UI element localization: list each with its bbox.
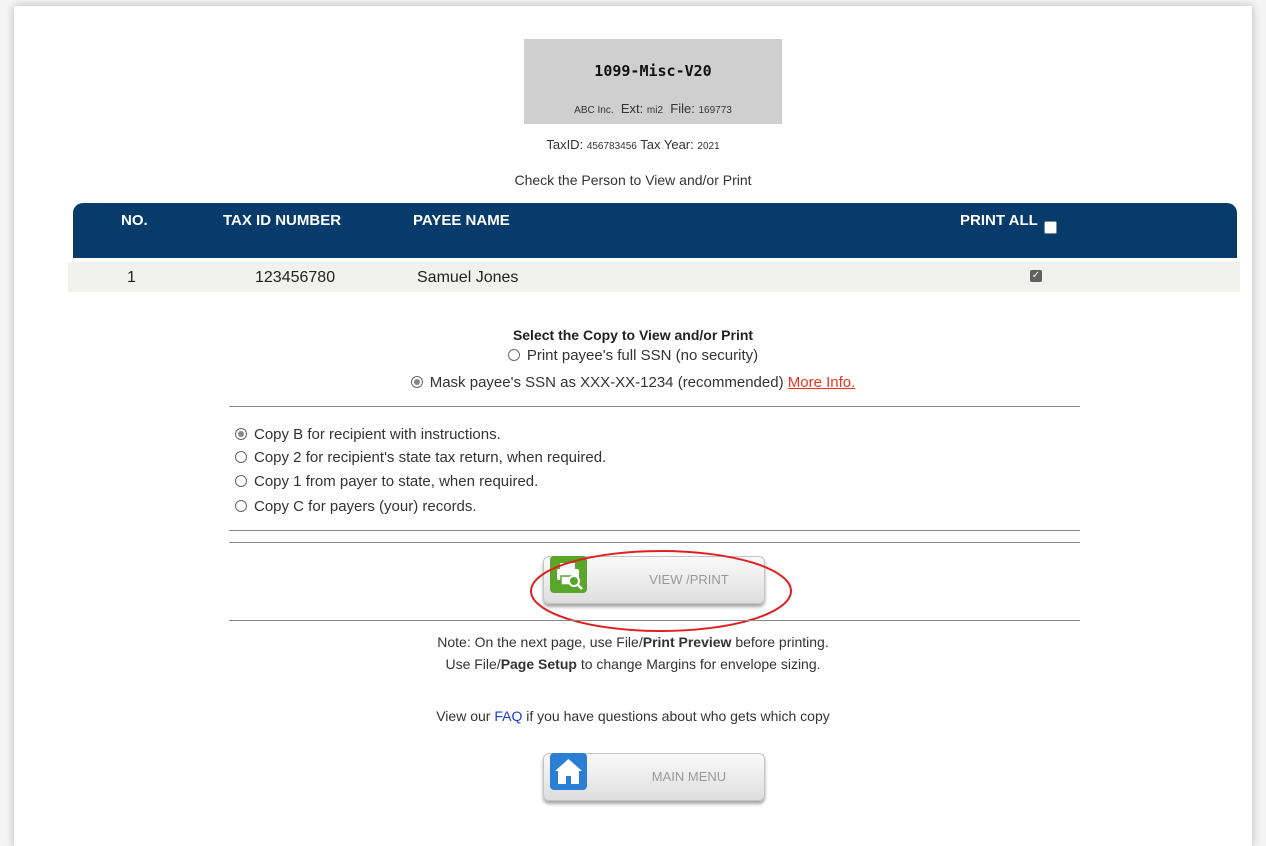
check-prompt: Check the Person to View and/or Print xyxy=(514,172,752,188)
ssn-mask-radio[interactable] xyxy=(410,376,423,388)
print-all-checkbox[interactable] xyxy=(1043,221,1057,234)
copy-b-radio[interactable] xyxy=(235,428,247,440)
copy-b-label: Copy B for recipient with instructions. xyxy=(254,426,501,443)
taxyear-label: Tax Year: xyxy=(640,137,694,152)
form-header-box: 1099-Misc-V20 ABC Inc. Ext: mi2 File: 16… xyxy=(524,39,782,124)
main-menu-button[interactable]: MAIN MENU xyxy=(543,753,765,801)
copy-c-radio[interactable] xyxy=(235,500,247,512)
highlight-ellipse xyxy=(530,550,792,632)
note1-pre: Note: On the next page, use File/ xyxy=(437,634,643,650)
home-icon xyxy=(550,753,587,790)
row-no: 1 xyxy=(127,269,136,286)
copy-1-radio[interactable] xyxy=(235,475,247,487)
faq-link[interactable]: FAQ xyxy=(494,708,522,724)
divider xyxy=(229,620,1080,621)
ssn-mask-label: Mask payee's SSN as XXX-XX-1234 (recomme… xyxy=(429,374,784,391)
note1-bold: Print Preview xyxy=(642,634,732,650)
taxid-label: TaxID: xyxy=(546,137,584,152)
faq-line: View our FAQ if you have questions about… xyxy=(0,708,1266,724)
ext-label: Ext: xyxy=(620,101,644,116)
faq-pre: View our xyxy=(436,708,495,724)
table-row: 1 123456780 Samuel Jones ✓ xyxy=(68,262,1240,292)
copy-2-radio[interactable] xyxy=(235,451,247,463)
copy-1-option[interactable]: Copy 1 from payer to state, when require… xyxy=(235,473,538,490)
ext-value: mi2 xyxy=(646,105,664,116)
note-line-1: Note: On the next page, use File/Print P… xyxy=(0,634,1266,650)
ssn-mask-option[interactable]: Mask payee's SSN as XXX-XX-1234 (recomme… xyxy=(0,374,1266,391)
main-menu-label: MAIN MENU xyxy=(651,769,727,784)
company-line: ABC Inc. Ext: mi2 File: 169773 xyxy=(524,101,782,116)
faq-post: if you have questions about who gets whi… xyxy=(522,708,830,724)
file-label: File: xyxy=(670,101,695,116)
row-tin: 123456780 xyxy=(255,269,336,286)
row-payee-name: Samuel Jones xyxy=(417,269,519,286)
table-header: NO. TAX ID NUMBER PAYEE NAME PRINT ALL xyxy=(73,203,1237,258)
note1-post: before printing. xyxy=(731,634,829,650)
note2-post: to change Margins for envelope sizing. xyxy=(576,656,821,672)
print-all-label: PRINT ALL xyxy=(960,212,1038,229)
form-title: 1099-Misc-V20 xyxy=(594,62,712,80)
more-info-link[interactable]: More Info. xyxy=(788,374,856,391)
print-all-control: PRINT ALL xyxy=(960,212,1057,234)
col-tin: TAX ID NUMBER xyxy=(223,212,342,229)
col-no: NO. xyxy=(121,212,148,229)
ssn-full-option[interactable]: Print payee's full SSN (no security) xyxy=(0,347,1266,364)
taxyear-value: 2021 xyxy=(697,141,720,152)
note2-pre: Use File/ xyxy=(445,656,501,672)
row-print-checkbox[interactable]: ✓ xyxy=(1030,270,1042,282)
ssn-full-radio[interactable] xyxy=(507,349,520,361)
note2-bold: Page Setup xyxy=(500,656,577,672)
taxid-value: 456783456 xyxy=(586,141,637,152)
copy-1-label: Copy 1 from payer to state, when require… xyxy=(254,473,539,490)
tax-info-line: TaxID: 456783456 Tax Year: 2021 xyxy=(0,137,1266,152)
copy-select-title: Select the Copy to View and/or Print xyxy=(512,327,754,343)
file-value: 169773 xyxy=(698,105,732,116)
col-payee-name: PAYEE NAME xyxy=(413,212,510,229)
copy-2-option[interactable]: Copy 2 for recipient's state tax return,… xyxy=(235,449,606,466)
divider xyxy=(229,542,1080,543)
copy-2-label: Copy 2 for recipient's state tax return,… xyxy=(254,449,607,466)
copy-b-option[interactable]: Copy B for recipient with instructions. xyxy=(235,426,501,443)
divider xyxy=(229,406,1080,407)
copy-c-option[interactable]: Copy C for payers (your) records. xyxy=(235,498,477,515)
ssn-full-label: Print payee's full SSN (no security) xyxy=(526,347,759,364)
copy-c-label: Copy C for payers (your) records. xyxy=(254,498,477,515)
divider xyxy=(229,530,1080,531)
company-name: ABC Inc. xyxy=(574,105,614,116)
note-line-2: Use File/Page Setup to change Margins fo… xyxy=(0,656,1266,672)
